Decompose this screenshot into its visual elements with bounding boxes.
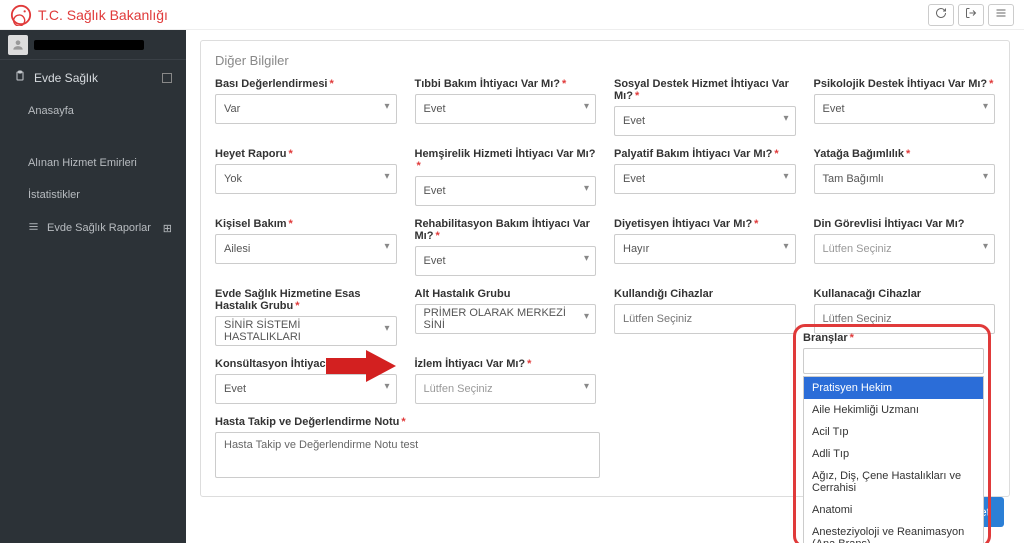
avatar [8, 35, 28, 55]
label-izlem: İzlem İhtiyacı Var Mı?* [415, 358, 597, 370]
select-basi[interactable]: Var [215, 94, 397, 124]
field-alt: Alt Hastalık Grubu PRİMER OLARAK MERKEZİ… [415, 288, 597, 346]
sidebar-item-istatistikler[interactable]: İstatistikler [0, 179, 186, 211]
sidebar-item-evde-saglik[interactable]: Evde Sağlık [0, 60, 186, 95]
menu-button[interactable] [988, 4, 1014, 26]
label-tibbi: Tıbbi Bakım İhtiyacı Var Mı?* [415, 78, 597, 90]
label-kullandigi: Kullandığı Cihazlar [614, 288, 796, 300]
label-not: Hasta Takip ve Değerlendirme Notu* [215, 416, 596, 428]
select-rehab[interactable]: Evet [415, 246, 597, 276]
sidebar-item-alinan-hizmet[interactable]: Alınan Hizmet Emirleri [0, 147, 186, 179]
sidebar-item-label: Alınan Hizmet Emirleri [28, 157, 137, 169]
callout-outline [793, 324, 991, 543]
field-heyet: Heyet Raporu* Yok [215, 148, 397, 206]
select-alt[interactable]: PRİMER OLARAK MERKEZİ SİNİ [415, 304, 597, 334]
select-palyatif[interactable]: Evet [614, 164, 796, 194]
sidebar-item-label: İstatistikler [28, 189, 80, 201]
refresh-icon [935, 7, 947, 22]
label-palyatif: Palyatif Bakım İhtiyacı Var Mı?* [614, 148, 796, 160]
field-kisisel: Kişisel Bakım* Ailesi [215, 218, 397, 276]
label-alt: Alt Hastalık Grubu [415, 288, 597, 300]
field-yatak: Yatağa Bağımlılık* Tam Bağımlı [814, 148, 996, 206]
field-sosyal: Sosyal Destek Hizmet İhtiyacı Var Mı?* E… [614, 78, 796, 136]
field-basi: Bası Değerlendirmesi* Var [215, 78, 397, 136]
label-kisisel: Kişisel Bakım* [215, 218, 397, 230]
logo: T.C. Sağlık Bakanlığı [10, 4, 168, 26]
select-sosyal[interactable]: Evet [614, 106, 796, 136]
signout-button[interactable] [958, 4, 984, 26]
textarea-not[interactable]: Hasta Takip ve Değerlendirme Notu test [215, 432, 600, 478]
sidebar-item-raporlar[interactable]: Evde Sağlık Raporlar ⊞ [0, 211, 186, 245]
panel-title: Diğer Bilgiler [215, 53, 995, 68]
label-heyet: Heyet Raporu* [215, 148, 397, 160]
label-basi: Bası Değerlendirmesi* [215, 78, 397, 90]
field-rehab: Rehabilitasyon Bakım İhtiyacı Var Mı?* E… [415, 218, 597, 276]
label-din: Din Görevlisi İhtiyacı Var Mı? [814, 218, 996, 230]
label-psiko: Psikolojik Destek İhtiyacı Var Mı?* [814, 78, 996, 90]
field-kullandigi: Kullandığı Cihazlar [614, 288, 796, 346]
ministry-logo-icon [10, 4, 32, 26]
field-diyet: Diyetisyen İhtiyacı Var Mı?* Hayır [614, 218, 796, 276]
label-diyet: Diyetisyen İhtiyacı Var Mı?* [614, 218, 796, 230]
refresh-button[interactable] [928, 4, 954, 26]
field-izlem: İzlem İhtiyacı Var Mı?* Lütfen Seçiniz [415, 358, 597, 404]
select-yatak[interactable]: Tam Bağımlı [814, 164, 996, 194]
sidebar-item-label: Evde Sağlık [34, 71, 98, 85]
label-yatak: Yatağa Bağımlılık* [814, 148, 996, 160]
select-heyet[interactable]: Yok [215, 164, 397, 194]
sidebar-item-label: Evde Sağlık Raporlar [47, 222, 151, 234]
collapse-icon [162, 73, 172, 83]
select-psiko[interactable]: Evet [814, 94, 996, 124]
label-esas: Evde Sağlık Hizmetine Esas Hastalık Grub… [215, 288, 397, 312]
select-din[interactable]: Lütfen Seçiniz [814, 234, 996, 264]
label-hemsire: Hemşirelik Hizmeti İhtiyacı Var Mı?* [415, 148, 597, 172]
field-din: Din Görevlisi İhtiyacı Var Mı? Lütfen Se… [814, 218, 996, 276]
sidebar: Evde Sağlık Anasayfa Alınan Hizmet Emirl… [0, 30, 186, 543]
field-tibbi: Tıbbi Bakım İhtiyacı Var Mı?* Evet [415, 78, 597, 136]
select-diyet[interactable]: Hayır [614, 234, 796, 264]
expand-icon: ⊞ [163, 222, 172, 235]
callout-arrow-icon [326, 350, 396, 385]
user-box [0, 30, 186, 60]
select-izlem[interactable]: Lütfen Seçiniz [415, 374, 597, 404]
field-esas: Evde Sağlık Hizmetine Esas Hastalık Grub… [215, 288, 397, 346]
hamburger-icon [995, 7, 1007, 22]
content-area: Diğer Bilgiler Bası Değerlendirmesi* Var… [186, 30, 1024, 543]
input-kullandigi[interactable] [614, 304, 796, 334]
topbar: T.C. Sağlık Bakanlığı [0, 0, 1024, 30]
field-psiko: Psikolojik Destek İhtiyacı Var Mı?* Evet [814, 78, 996, 136]
label-rehab: Rehabilitasyon Bakım İhtiyacı Var Mı?* [415, 218, 597, 242]
clipboard-icon [14, 70, 26, 85]
select-tibbi[interactable]: Evet [415, 94, 597, 124]
field-branslar-placeholder [614, 358, 796, 404]
brand-text: T.C. Sağlık Bakanlığı [38, 7, 168, 23]
select-esas[interactable]: SİNİR SİSTEMİ HASTALIKLARI [215, 316, 397, 346]
label-sosyal: Sosyal Destek Hizmet İhtiyacı Var Mı?* [614, 78, 796, 102]
field-hemsire: Hemşirelik Hizmeti İhtiyacı Var Mı?* Eve… [415, 148, 597, 206]
label-kullanacagi: Kullanacağı Cihazlar [814, 288, 996, 300]
topbar-actions [928, 4, 1014, 26]
sidebar-item-label: Anasayfa [28, 105, 74, 117]
list-icon [28, 221, 39, 235]
field-not: Hasta Takip ve Değerlendirme Notu* Hasta… [215, 416, 596, 478]
field-palyatif: Palyatif Bakım İhtiyacı Var Mı?* Evet [614, 148, 796, 206]
sidebar-item-anasayfa[interactable]: Anasayfa [0, 95, 186, 127]
select-hemsire[interactable]: Evet [415, 176, 597, 206]
select-kisisel[interactable]: Ailesi [215, 234, 397, 264]
field-branslar: Branşlar* Pratisyen Hekim Aile Hekimliği… [803, 332, 984, 543]
signout-icon [965, 7, 977, 22]
user-name-redacted [34, 40, 144, 50]
